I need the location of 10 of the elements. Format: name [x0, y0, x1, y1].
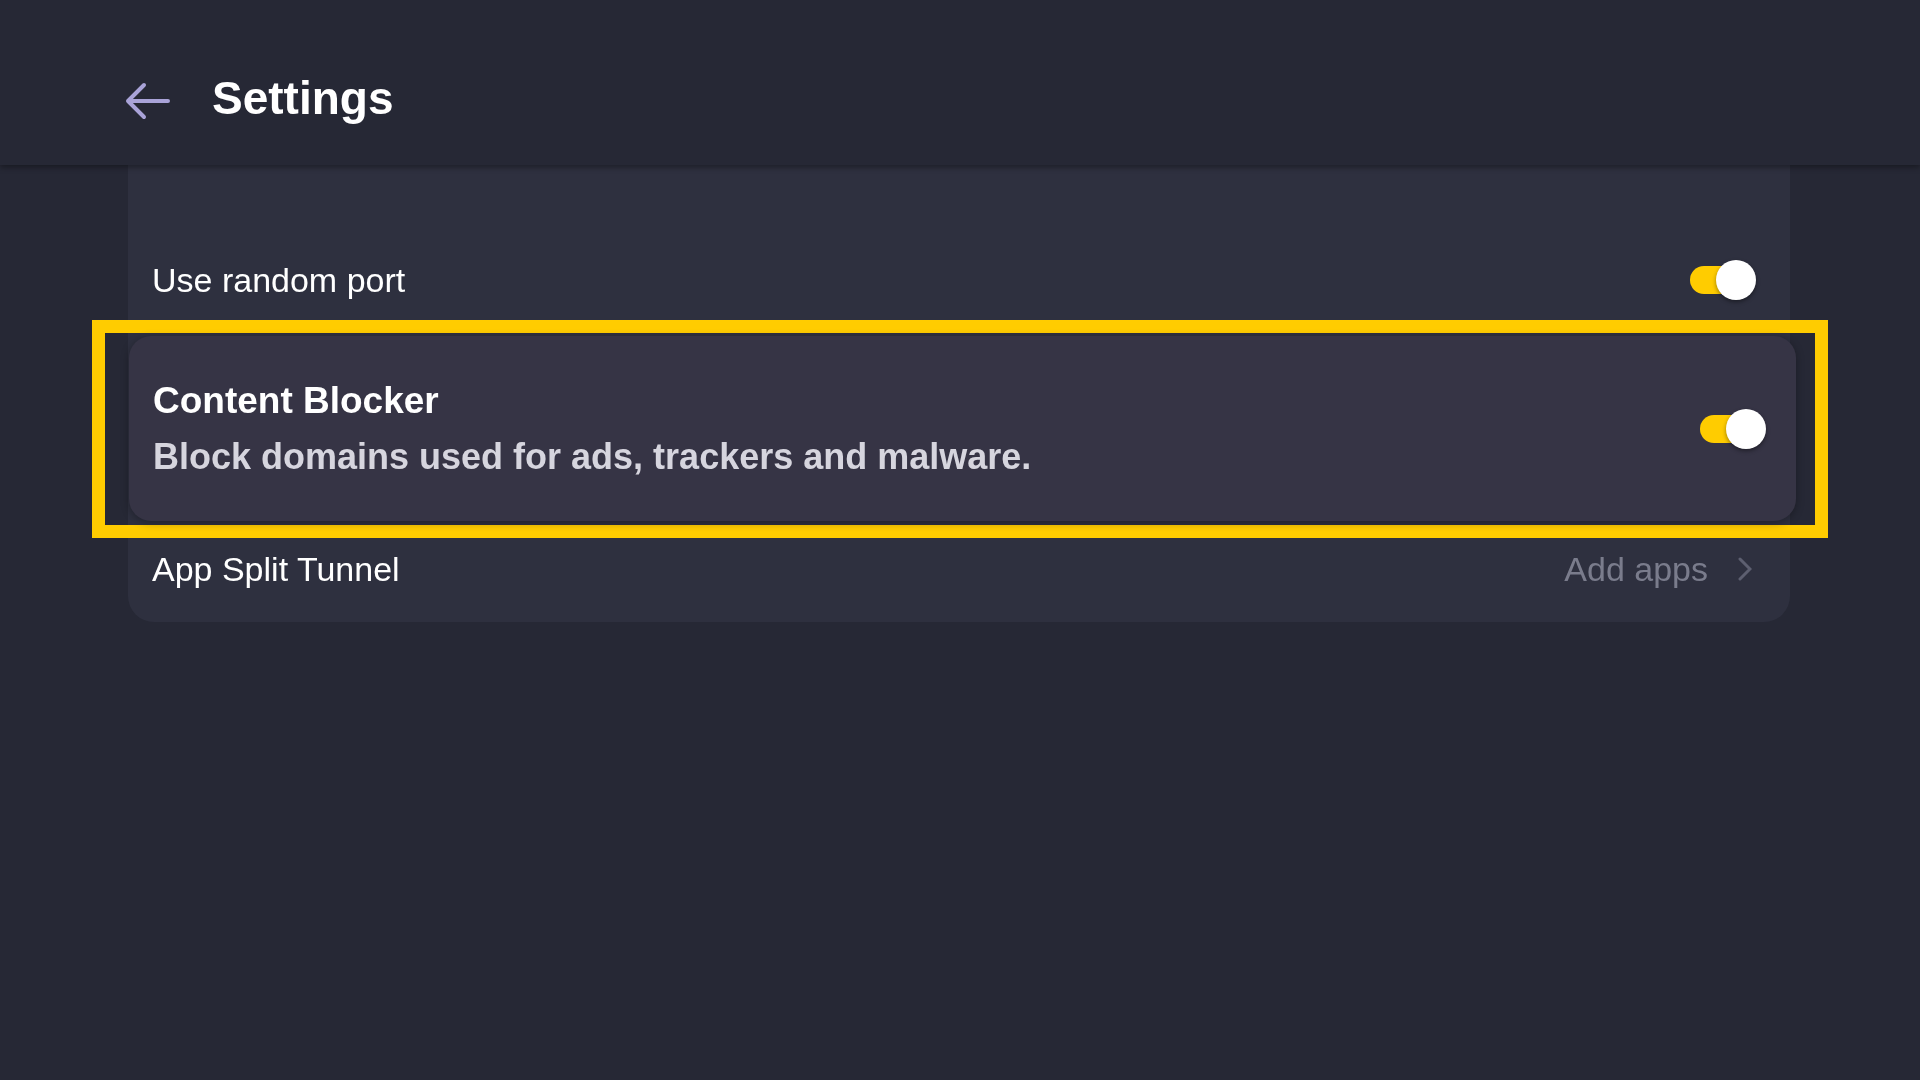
toggle-switch[interactable] — [1688, 260, 1756, 300]
setting-label: Use random port — [152, 260, 406, 300]
toggle-switch[interactable] — [1698, 408, 1766, 449]
page-title: Settings — [212, 70, 394, 125]
setting-label: Content Blocker — [153, 379, 440, 422]
setting-description: Block domains used for ads, trackers and malware. — [153, 435, 1032, 478]
setting-panel[interactable]: Content Blocker Block domains used for ads, trackers and malware. — [129, 336, 1796, 521]
chevron-right-icon — [1738, 557, 1752, 581]
setting-label: App Split Tunnel — [152, 549, 400, 589]
back-arrow-icon[interactable] — [124, 80, 170, 121]
